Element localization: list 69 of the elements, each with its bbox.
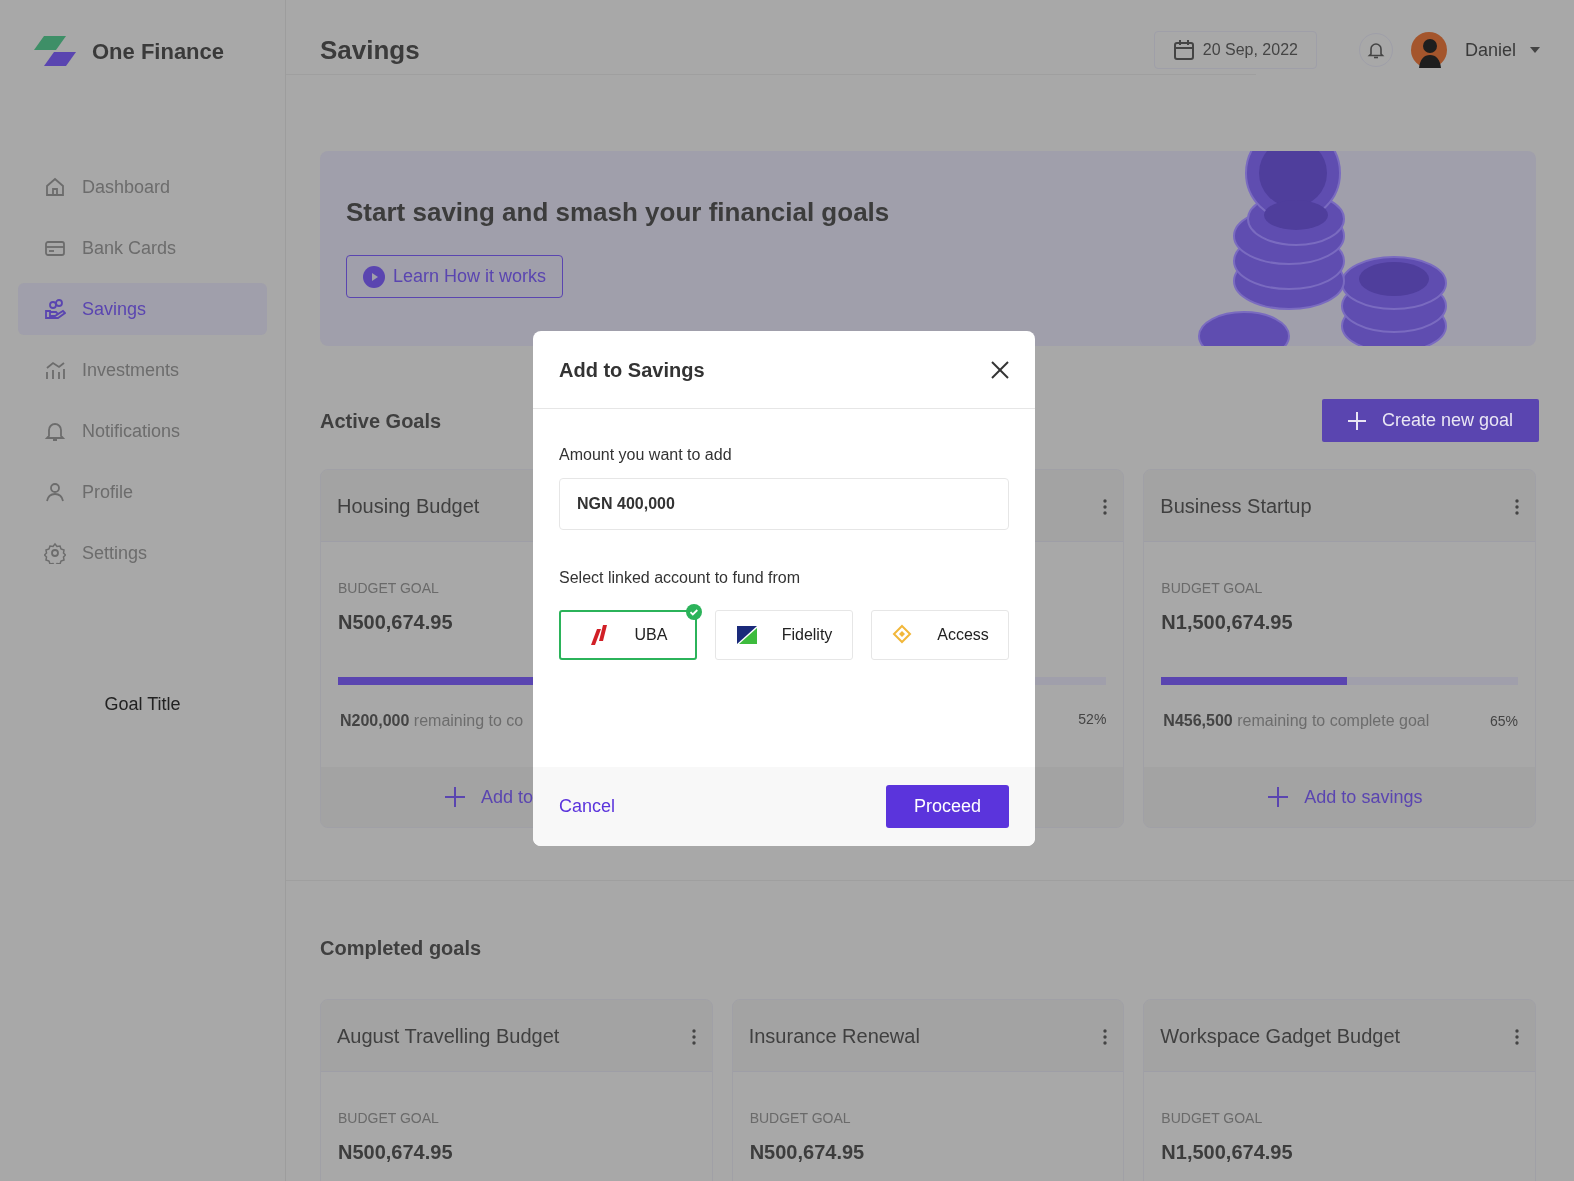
percent-text: 65% <box>1490 711 1518 731</box>
field-label: Select linked account to fund from <box>559 569 801 586</box>
budget-label: BUDGET GOAL <box>1161 580 1263 596</box>
more-icon <box>1103 499 1108 516</box>
section-title: Completed goals <box>320 937 482 959</box>
plus-icon <box>1268 787 1289 807</box>
person-icon <box>44 481 66 503</box>
amount-field[interactable]: NGN 400,000 <box>559 478 1009 530</box>
chart-icon <box>44 359 66 381</box>
nav-item[interactable]: Dashboard <box>18 161 267 213</box>
account-option[interactable]: Fidelity <box>715 610 853 660</box>
goal-title: Insurance Renewal <box>748 1023 920 1049</box>
dialog-title: Add to Savings <box>559 357 705 383</box>
account-option[interactable]: Access <box>871 610 1009 660</box>
page-title: Savings <box>320 33 420 67</box>
plus-icon <box>445 787 465 807</box>
goal-title: Workspace Gadget Budget <box>1160 1023 1401 1049</box>
proceed-button[interactable]: Proceed <box>886 785 1009 828</box>
goal-title-text: Goal Title <box>104 694 181 714</box>
close-icon <box>991 361 1009 380</box>
hand-coins-icon <box>44 298 66 320</box>
budget-label: BUDGET GOAL <box>1161 1110 1263 1126</box>
goal-title: August Travelling Budget <box>337 1023 560 1049</box>
budget-amount: N500,674.95 <box>749 1140 865 1165</box>
budget-amount: N1,500,674.95 <box>1161 610 1293 635</box>
nav-item[interactable]: Savings <box>18 283 267 335</box>
nav-item[interactable]: Notifications <box>18 405 267 457</box>
goal-title: Business Startup <box>1160 493 1312 519</box>
cancel-button[interactable]: Cancel <box>559 793 616 820</box>
add-savings-button[interactable]: Add to <box>439 782 540 812</box>
add-savings-button[interactable]: Add to savings <box>1262 782 1429 812</box>
plus-icon <box>1347 411 1366 430</box>
budget-amount: N500,674.95 <box>338 610 453 635</box>
nav-item[interactable]: Bank Cards <box>18 222 267 274</box>
nav-item[interactable]: Investments <box>18 344 267 396</box>
user-name[interactable]: Daniel <box>1464 36 1516 64</box>
budget-label: BUDGET GOAL <box>338 1110 439 1126</box>
banner-heading: Start saving and smash your financial goals <box>346 196 890 229</box>
remaining-text: N200,000 remaining to co <box>340 711 524 731</box>
logo-icon <box>34 36 76 66</box>
percent-text: 52% <box>1078 710 1107 729</box>
gear-icon <box>44 542 66 564</box>
bell-icon <box>1366 41 1385 59</box>
date-picker[interactable]: 20 Sep, 2022 <box>1153 31 1317 69</box>
section-title: Active Goals <box>320 408 442 434</box>
calendar-icon <box>1172 39 1195 61</box>
avatar[interactable] <box>1410 32 1447 68</box>
nav-item[interactable]: Settings <box>18 527 267 579</box>
app-name: One Finance <box>92 37 225 66</box>
bell-icon <box>44 420 66 442</box>
caret-icon[interactable] <box>1530 47 1540 53</box>
budget-amount: N1,500,674.95 <box>1161 1140 1293 1165</box>
more-icon <box>1515 499 1519 516</box>
check-icon <box>686 604 702 620</box>
nav-item[interactable]: Profile <box>18 466 267 518</box>
budget-amount: N500,674.95 <box>338 1140 453 1165</box>
field-label: Amount you want to add <box>559 446 732 463</box>
play-icon <box>363 265 385 288</box>
budget-label: BUDGET GOAL <box>749 1110 851 1126</box>
more-icon <box>1515 1029 1519 1046</box>
remaining-text: N456,500 remaining to complete goal <box>1163 711 1430 731</box>
more-icon <box>1103 1029 1108 1046</box>
more-icon <box>691 1029 696 1046</box>
account-option[interactable]: UBA <box>559 610 697 660</box>
create-goal-button[interactable]: Create new goal <box>1321 399 1539 442</box>
goal-title: Housing Budget <box>337 493 480 519</box>
budget-label: BUDGET GOAL <box>338 580 439 596</box>
learn-button[interactable]: Learn How it works <box>346 255 564 298</box>
home-icon <box>44 176 66 198</box>
